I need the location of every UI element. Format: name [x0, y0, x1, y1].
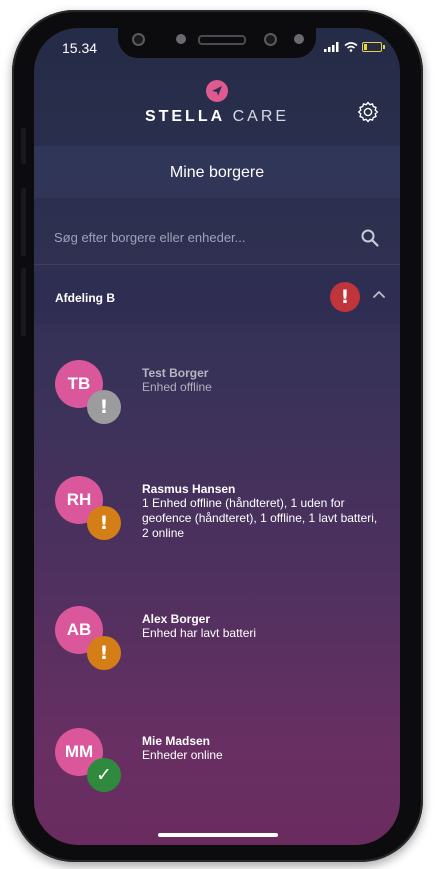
resident-row-mie-madsen[interactable]: MM ✓ Mie Madsen Enheder online [34, 728, 400, 798]
resident-row-test-borger[interactable]: TB ! Test Borger Enhed offline [34, 360, 400, 430]
app-header: STELLA CARE [34, 72, 400, 146]
warning-status-icon: ! [87, 636, 121, 670]
chevron-up-icon[interactable] [372, 288, 386, 302]
status-time: 15.34 [62, 40, 98, 56]
online-check-icon: ✓ [87, 758, 121, 792]
resident-detail: Enhed har lavt batteri [142, 626, 257, 640]
resident-name: Test Borger [142, 366, 209, 380]
app-screen: 15.34 STELLA CARE Mine borgere Søg efter… [34, 28, 400, 845]
mute-switch [21, 128, 26, 164]
brand-name: STELLA [144, 108, 226, 125]
sensor-icon [176, 34, 186, 44]
search-input[interactable]: Søg efter borgere eller enheder... [54, 230, 246, 245]
notch [118, 28, 316, 58]
search-field[interactable]: Søg efter borgere eller enheder... [54, 224, 380, 252]
resident-name: Alex Borger [142, 612, 211, 626]
resident-row-alex-borger[interactable]: AB ! Alex Borger Enhed har lavt batteri [34, 606, 400, 676]
resident-detail: Enheder online [142, 748, 223, 762]
warning-status-icon: ! [87, 506, 121, 540]
stella-logo-icon [206, 80, 228, 102]
divider [34, 264, 400, 265]
battery-icon [362, 42, 385, 52]
group-label: Afdeling B [55, 291, 115, 305]
volume-down-button [21, 268, 26, 336]
resident-row-rasmus-hansen[interactable]: RH ! Rasmus Hansen 1 Enhed offline (hånd… [34, 476, 400, 556]
brand-suffix: CARE [232, 108, 290, 125]
resident-detail: 1 Enhed offline (håndteret), 1 uden for … [142, 496, 378, 540]
signal-icon [324, 42, 339, 52]
resident-name: Rasmus Hansen [142, 482, 236, 496]
camera-icon [132, 33, 145, 46]
speaker-icon [198, 35, 246, 45]
settings-gear-icon[interactable] [356, 100, 380, 124]
camera-icon [264, 33, 277, 46]
resident-detail: Enhed offline [142, 380, 212, 394]
alert-icon: ! [330, 282, 360, 312]
search-icon[interactable] [360, 228, 380, 248]
brand-logo: STELLA CARE [34, 108, 400, 126]
wifi-icon [344, 42, 358, 52]
resident-name: Mie Madsen [142, 734, 211, 748]
volume-up-button [21, 188, 26, 256]
sensor-icon [294, 34, 304, 44]
offline-status-icon: ! [87, 390, 121, 424]
page-title: Mine borgere [169, 164, 265, 181]
home-indicator[interactable] [158, 833, 278, 837]
status-icons [324, 42, 385, 52]
